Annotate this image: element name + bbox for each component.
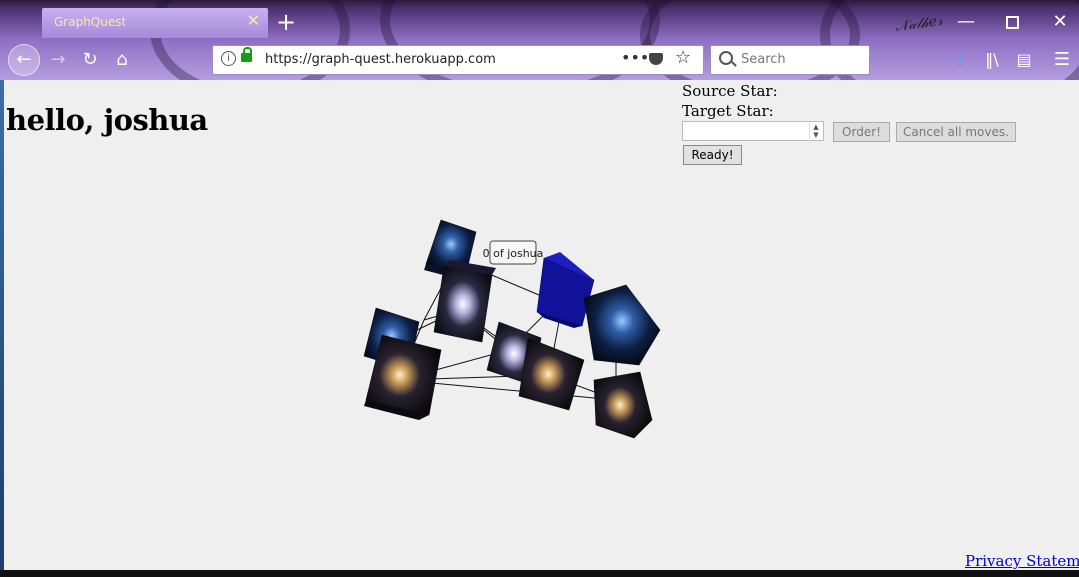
page-content: hello, joshua Source Star: Target Star: … bbox=[4, 80, 1079, 570]
tab-close-icon[interactable]: ✕ bbox=[247, 11, 260, 30]
info-icon[interactable]: i bbox=[221, 51, 236, 66]
star-node-highlighted[interactable] bbox=[536, 252, 595, 328]
home-icon[interactable]: ⌂ bbox=[108, 46, 136, 74]
search-bar[interactable]: Search bbox=[710, 45, 870, 75]
tab-graphquest[interactable]: GraphQuest ✕ bbox=[42, 8, 268, 38]
back-icon[interactable]: ← bbox=[8, 44, 40, 76]
new-tab-button[interactable]: + bbox=[276, 8, 296, 36]
search-placeholder: Search bbox=[741, 52, 786, 67]
privacy-statement-link[interactable]: Privacy Statement bbox=[965, 552, 1079, 570]
url-bar[interactable]: i https://graph-quest.herokuapp.com ••• … bbox=[212, 45, 704, 75]
search-icon bbox=[719, 51, 733, 65]
lock-icon bbox=[241, 47, 252, 62]
reload-icon[interactable]: ↻ bbox=[76, 46, 104, 74]
star-graph-canvas[interactable]: 0 of joshua bbox=[4, 80, 1079, 570]
star-ownership-label: 0 of joshua bbox=[483, 240, 544, 265]
nav-toolbar: ← → ↻ ⌂ i https://graph-quest.herokuapp.… bbox=[0, 40, 1079, 80]
star-node-right-gold[interactable] bbox=[593, 371, 653, 439]
page-actions-icon[interactable]: ••• bbox=[621, 48, 649, 67]
close-window-icon[interactable]: ✕ bbox=[1040, 10, 1079, 34]
star-node-right-blue[interactable] bbox=[583, 284, 661, 366]
pocket-icon[interactable] bbox=[649, 53, 663, 65]
desktop-taskbar-edge bbox=[0, 570, 1079, 577]
minimize-icon[interactable]: — bbox=[946, 10, 986, 34]
browser-chrome: GraphQuest ✕ + 𝒩𝒶𝓁𝒽𝑒𝓇 — ✕ ← → ↻ ⌂ i http… bbox=[0, 0, 1079, 80]
library-icon[interactable]: ‖\ bbox=[978, 46, 1006, 74]
sidebar-icon[interactable]: ▤ bbox=[1010, 46, 1038, 74]
menu-icon[interactable]: ☰ bbox=[1048, 46, 1076, 74]
star-label-text: 0 of joshua bbox=[483, 247, 544, 260]
tab-title: GraphQuest bbox=[54, 15, 127, 29]
bookmark-star-icon[interactable]: ☆ bbox=[675, 47, 691, 68]
url-text[interactable]: https://graph-quest.herokuapp.com bbox=[265, 52, 496, 67]
forward-icon[interactable]: → bbox=[44, 46, 72, 74]
maximize-icon[interactable] bbox=[992, 10, 1032, 34]
download-icon[interactable]: ⤓ bbox=[946, 46, 974, 74]
star-node-center-gold[interactable] bbox=[518, 337, 585, 411]
